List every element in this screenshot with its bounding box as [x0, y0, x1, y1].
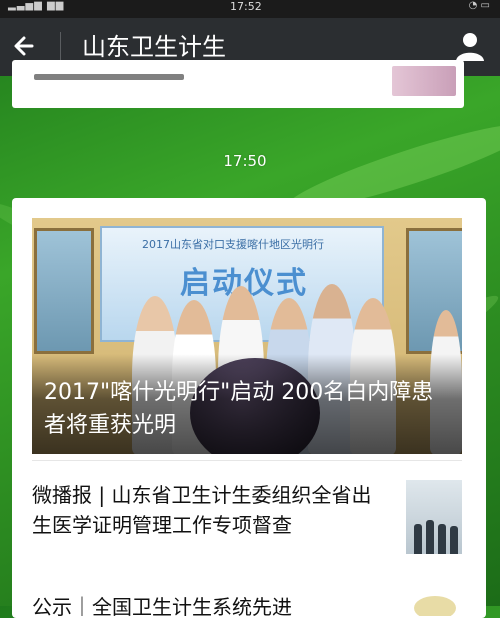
hero-article[interactable]: 2017山东省对口支援喀什地区光明行 启动仪式 2017"喀什光明行"启动 20…	[32, 218, 462, 454]
thumbnail-figure	[426, 520, 434, 554]
article-title: 公示｜全国卫生计生系统先进	[32, 595, 292, 616]
page-title: 山东卫生计生	[82, 33, 226, 61]
profile-icon[interactable]	[454, 30, 486, 62]
thumbnail-figure	[450, 526, 458, 554]
divider	[32, 460, 462, 461]
status-time: 17:52	[230, 0, 262, 13]
hero-article-title: 2017"喀什光明行"启动 200名白内障患者将重获光明	[44, 380, 434, 438]
article-thumbnail	[406, 480, 462, 554]
previous-message-card[interactable]	[12, 60, 464, 108]
article-item[interactable]: 微播报 | 山东省卫生计生委组织全省出生医学证明管理工作专项督查	[32, 474, 462, 572]
status-bar: ▂▃▅▆ ▆▆ 17:52 ◔ ▭	[0, 0, 500, 18]
article-item[interactable]: 公示｜全国卫生计生系统先进	[32, 592, 462, 616]
back-arrow-icon[interactable]	[12, 31, 40, 61]
hero-image-window	[34, 228, 94, 354]
divider	[60, 32, 61, 62]
article-title: 微播报 | 山东省卫生计生委组织全省出生医学证明管理工作专项督查	[32, 483, 372, 537]
banner-subtitle: 2017山东省对口支援喀什地区光明行	[142, 238, 324, 251]
previous-message-thumbnail	[392, 66, 456, 96]
thumbnail-figure	[438, 524, 446, 554]
article-thumbnail	[414, 596, 456, 616]
battery-icon: ◔ ▭	[468, 0, 490, 11]
previous-message-text	[34, 74, 184, 80]
thumbnail-figure	[414, 524, 422, 554]
news-card: 2017山东省对口支援喀什地区光明行 启动仪式 2017"喀什光明行"启动 20…	[12, 198, 486, 618]
signal-icon: ▂▃▅▆ ▆▆	[8, 0, 65, 11]
message-timestamp: 17:50	[223, 152, 267, 170]
